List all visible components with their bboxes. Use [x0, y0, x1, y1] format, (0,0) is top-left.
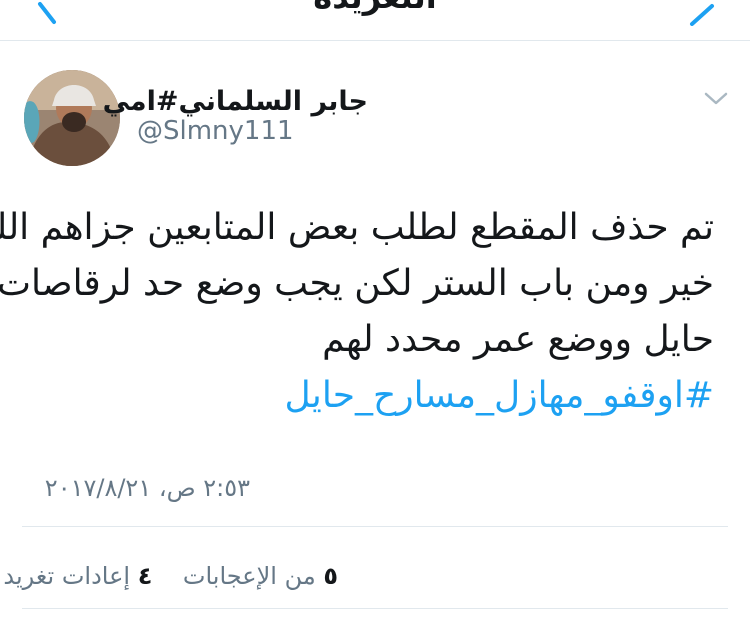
likes-count: ٥ [323, 562, 338, 590]
divider [22, 608, 728, 609]
tweet-text-line: خير ومن باب الستر لكن يجب وضع حد لرقاصات [0, 263, 714, 304]
tweet-timestamp: ٢:٥٣ ص، ٢٠١٧/٨/٢١ [44, 474, 250, 502]
page-title: التغريدة [0, 0, 750, 16]
user-handle[interactable]: @Slmny111 [137, 116, 294, 146]
divider [22, 526, 728, 527]
likes-stat[interactable]: ٥ من الإعجابات [183, 562, 338, 590]
tweet-text: تم حذف المقطع لطلب بعض المتابعين جزاهم ا… [0, 200, 714, 424]
chevron-down-icon[interactable] [700, 82, 732, 114]
display-name[interactable]: جابر السلماني#امي [103, 86, 368, 117]
hashtag-link[interactable]: #اوقفو_مهازل_مسارح_حايل [14, 368, 714, 424]
avatar[interactable] [24, 70, 120, 166]
retweets-stat[interactable]: ٤ إعادات تغريد [3, 562, 152, 590]
nav-bar: التغريدة [0, 0, 750, 41]
tweet-text-line: تم حذف المقطع لطلب بعض المتابعين جزاهم ا… [0, 207, 714, 248]
retweets-count: ٤ [137, 562, 153, 590]
tweet-stats: ٥ من الإعجابات ٤ إعادات تغريد [3, 562, 338, 590]
tweet-text-line: حايل ووضع عمر محدد لهم [322, 319, 714, 360]
profile-photo [24, 70, 120, 166]
chevron-right-icon[interactable] [688, 0, 728, 26]
chevron-left-icon[interactable] [22, 0, 62, 26]
retweets-label: إعادات تغريد [3, 562, 131, 590]
likes-label: من الإعجابات [182, 562, 316, 590]
